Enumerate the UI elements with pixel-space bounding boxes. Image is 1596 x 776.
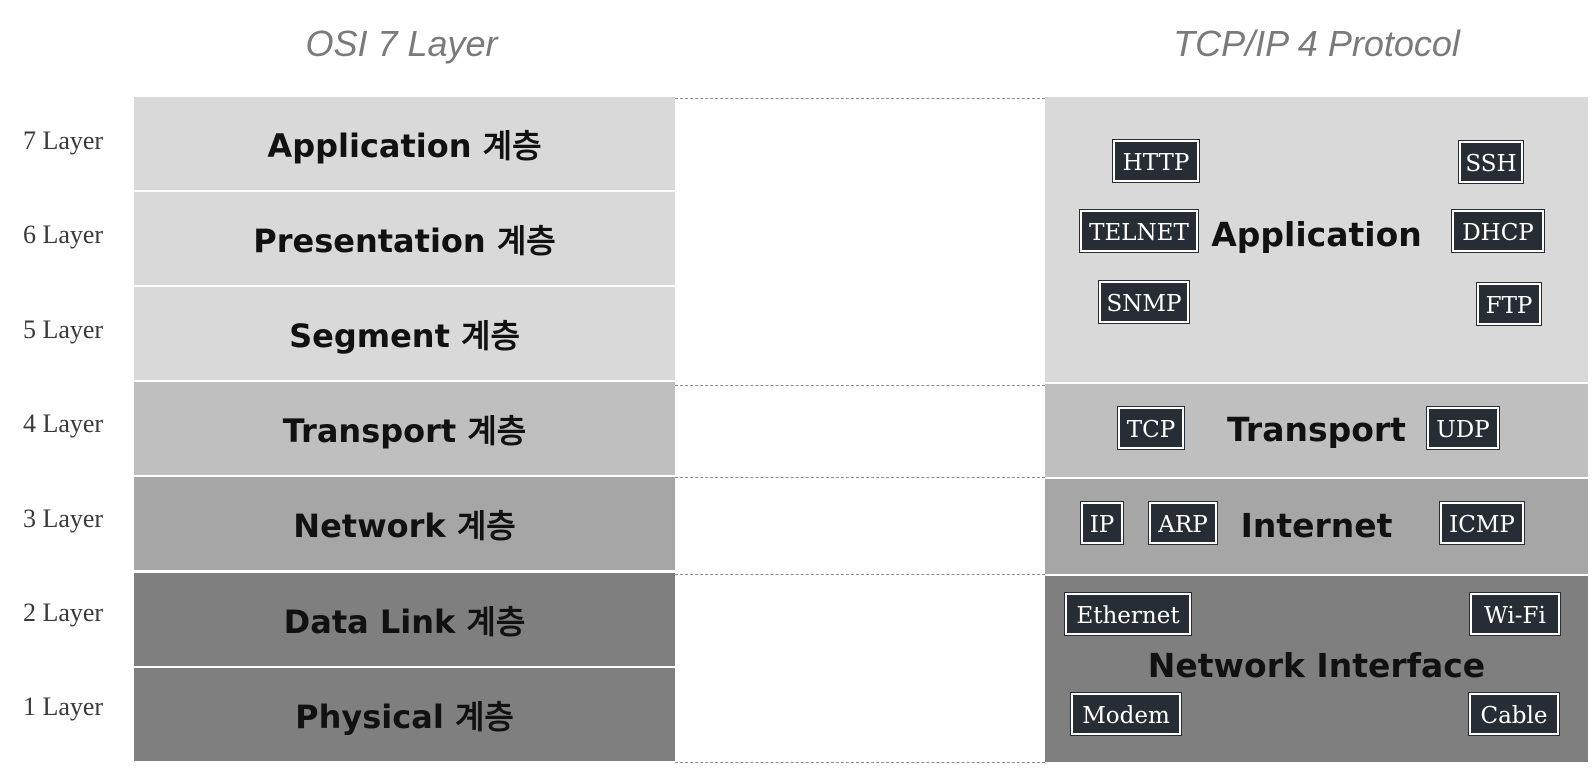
osi-data-link-layer: Data Link 계층: [134, 573, 675, 666]
protocol-ethernet: Ethernet: [1064, 592, 1192, 636]
osi-physical-layer: Physical 계층: [134, 668, 675, 761]
layer-label-4: 4 Layer: [22, 409, 104, 438]
tcp-transport-layer: Transport TCP UDP: [1045, 384, 1588, 477]
tcp-internet-layer: Internet IP ARP ICMP: [1045, 479, 1588, 574]
protocol-modem: Modem: [1070, 692, 1182, 736]
protocol-icmp: ICMP: [1439, 501, 1525, 545]
layer-label-1: 1 Layer: [22, 692, 104, 721]
tcp-title: TCP/IP 4 Protocol: [1173, 23, 1460, 64]
tcp-network-interface-layer: Network Interface Ethernet Wi-Fi Modem C…: [1045, 576, 1588, 762]
protocol-tcp: TCP: [1117, 406, 1185, 450]
tcp-application-layer: Application HTTP SSH TELNET DHCP SNMP FT…: [1045, 97, 1588, 382]
layer-label-2: 2 Layer: [22, 598, 104, 627]
protocol-cable: Cable: [1468, 692, 1560, 736]
mapping-line-internet-network: [675, 574, 1045, 575]
osi-application-layer: Application 계층: [134, 97, 675, 190]
protocol-wi-fi: Wi-Fi: [1469, 592, 1561, 636]
mapping-line-top: [675, 98, 1045, 99]
osi-transport-layer: Transport 계층: [134, 382, 675, 475]
mapping-line-application-transport: [675, 385, 1045, 386]
osi-title: OSI 7 Layer: [305, 23, 498, 64]
layer-label-5: 5 Layer: [22, 315, 104, 344]
mapping-line-bottom: [675, 762, 1045, 763]
layer-label-3: 3 Layer: [22, 504, 104, 533]
protocol-arp: ARP: [1148, 501, 1218, 545]
protocol-dhcp: DHCP: [1451, 209, 1545, 253]
protocol-udp: UDP: [1426, 406, 1500, 450]
protocol-telnet: TELNET: [1079, 209, 1199, 253]
osi-network-layer: Network 계층: [134, 477, 675, 570]
osi-presentation-layer: Presentation 계층: [134, 192, 675, 285]
layer-label-6: 6 Layer: [22, 220, 104, 249]
protocol-ssh: SSH: [1458, 140, 1524, 184]
protocol-ip: IP: [1080, 501, 1124, 545]
layer-label-7: 7 Layer: [22, 126, 104, 155]
protocol-snmp: SNMP: [1098, 280, 1190, 324]
mapping-line-transport-internet: [675, 477, 1045, 478]
osi-session-layer: Segment 계층: [134, 287, 675, 380]
protocol-http: HTTP: [1112, 139, 1200, 183]
protocol-ftp: FTP: [1476, 282, 1542, 326]
tcp-network-interface-label: Network Interface: [1147, 646, 1486, 685]
